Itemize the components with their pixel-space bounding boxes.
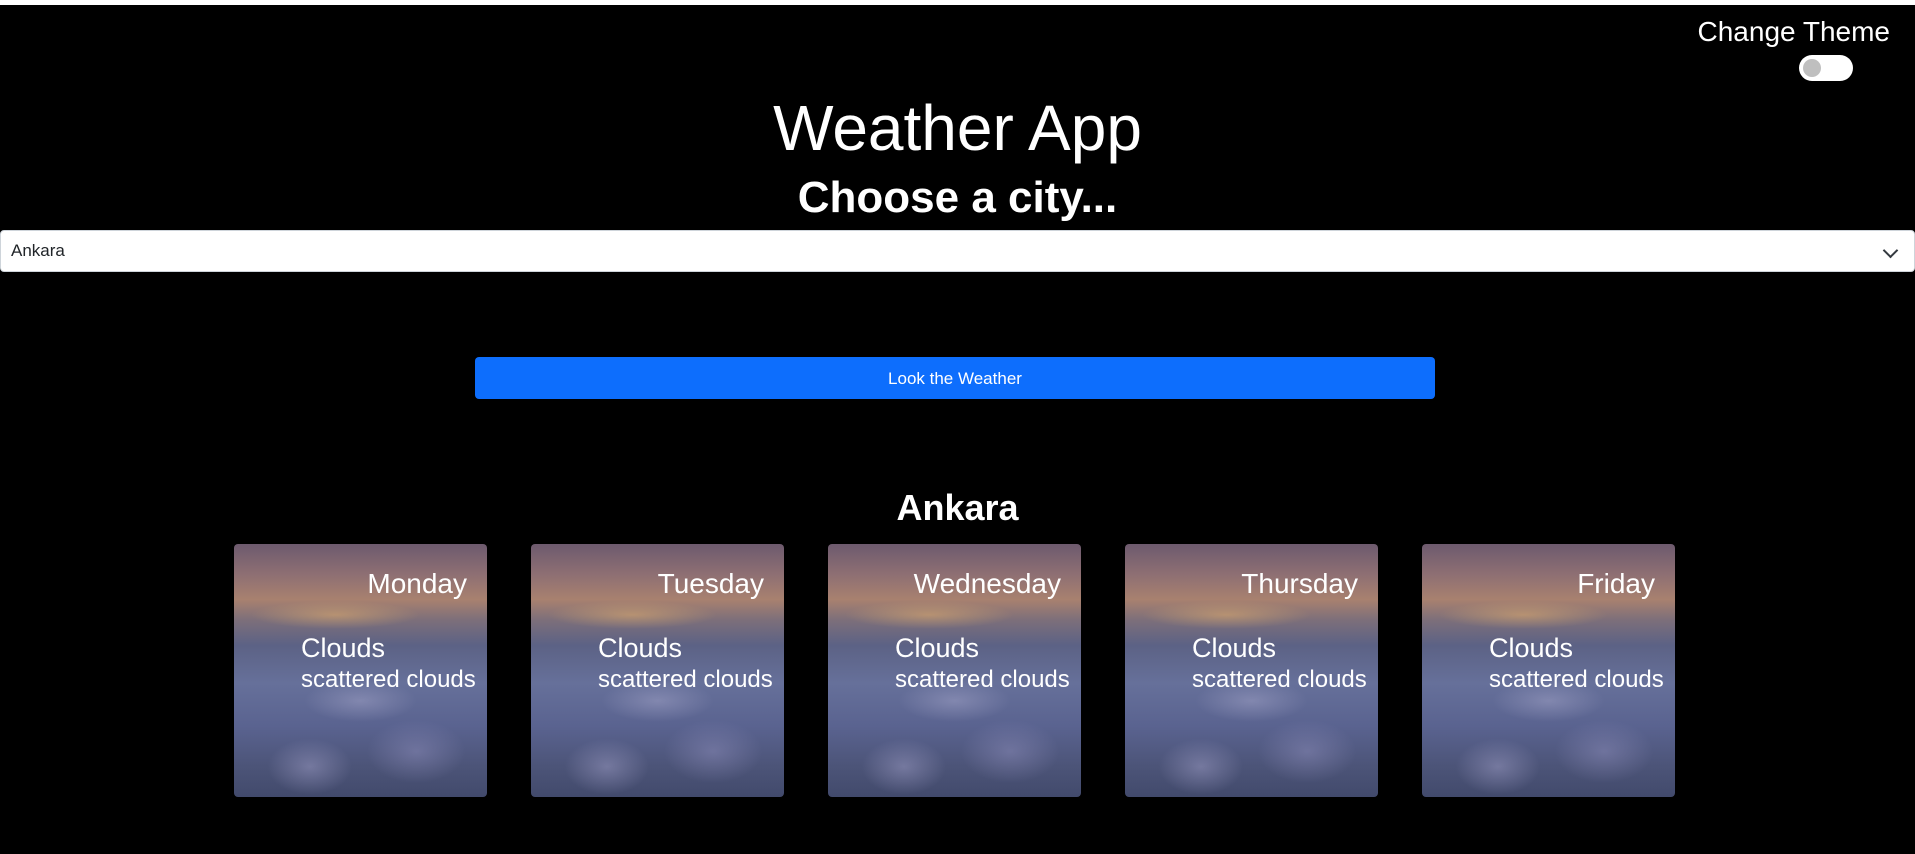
weather-card-thursday: Thursday Clouds scattered clouds (1125, 544, 1378, 797)
city-select-value: Ankara (11, 241, 65, 260)
card-weather-main: Clouds (301, 633, 386, 663)
theme-toggle[interactable] (1799, 55, 1853, 81)
card-day: Thursday (1241, 568, 1358, 599)
weather-card-wednesday: Wednesday Clouds scattered clouds (828, 544, 1081, 797)
chevron-down-icon (1882, 242, 1899, 259)
card-weather-main: Clouds (895, 633, 980, 663)
app-title: Weather App (773, 92, 1142, 164)
app-page: Change Theme Weather App Choose a city..… (0, 5, 1915, 854)
card-weather-main: Clouds (598, 633, 683, 663)
city-select[interactable]: Ankara (0, 230, 1915, 272)
card-weather-description: scattered clouds (598, 666, 773, 693)
card-weather-description: scattered clouds (1192, 666, 1367, 693)
weather-card-monday: Monday Clouds scattered clouds (234, 544, 487, 797)
change-theme-label: Change Theme (1697, 16, 1891, 47)
card-weather-description: scattered clouds (301, 666, 476, 693)
weather-card-tuesday: Tuesday Clouds scattered clouds (531, 544, 784, 797)
card-weather-description: scattered clouds (1489, 666, 1664, 693)
card-day: Tuesday (657, 568, 764, 599)
weather-card-friday: Friday Clouds scattered clouds (1422, 544, 1675, 797)
theme-switcher: Change Theme (1691, 13, 1891, 51)
choose-city-heading: Choose a city... (797, 173, 1118, 222)
card-day: Friday (1577, 568, 1655, 599)
card-day: Wednesday (913, 568, 1061, 599)
card-weather-main: Clouds (1489, 633, 1574, 663)
card-weather-description: scattered clouds (895, 666, 1070, 693)
look-weather-button[interactable]: Look the Weather (475, 357, 1435, 399)
card-weather-main: Clouds (1192, 633, 1277, 663)
result-city-heading: Ankara (896, 487, 1019, 528)
card-day: Monday (367, 568, 467, 599)
toggle-knob (1803, 59, 1821, 77)
